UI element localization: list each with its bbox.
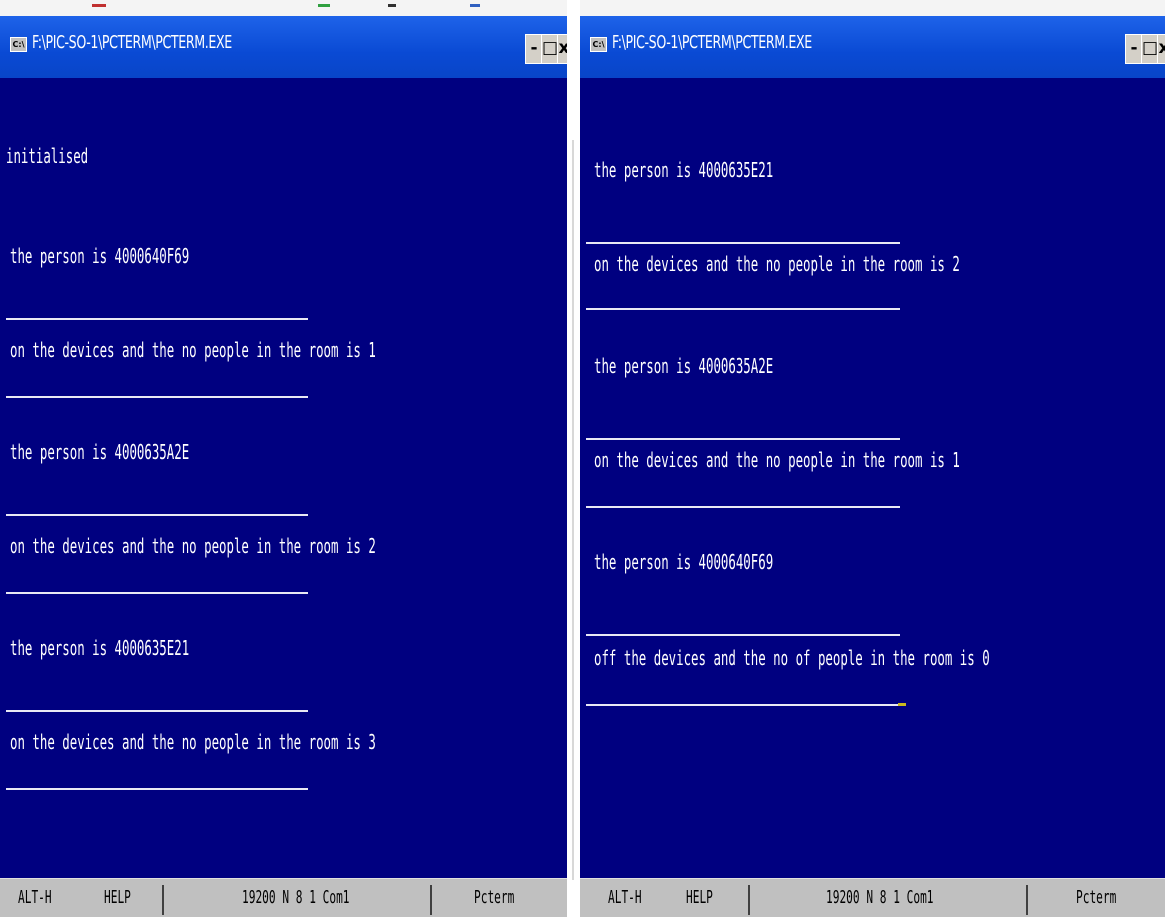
console-window-icon[interactable]: C:\ — [590, 37, 607, 52]
divider-line — [572, 140, 574, 880]
separator-line — [6, 514, 308, 516]
title-bar[interactable]: C:\ F:\PIC-SO-1\PCTERM\PCTERM.EXE - □ x — [0, 16, 567, 78]
status-bar: ALT-H HELP 19200 N 8 1 Com1 Pcterm — [580, 878, 1165, 917]
terminal-output: the person is 4000635E21 on the devices … — [580, 78, 1165, 879]
separator-line — [586, 242, 900, 244]
terminal-line: on the devices and the no people in the … — [594, 448, 960, 472]
terminal-line: the person is 4000635E21 — [594, 158, 774, 182]
separator-line — [6, 788, 308, 790]
status-app-name: Pcterm — [474, 887, 515, 908]
status-app-name: Pcterm — [1076, 887, 1117, 908]
right-terminal-window[interactable]: C:\ F:\PIC-SO-1\PCTERM\PCTERM.EXE - □ x … — [580, 16, 1165, 917]
strip-mark — [470, 4, 480, 7]
status-separator — [748, 885, 750, 915]
separator-line — [586, 634, 900, 636]
close-button[interactable]: x — [1157, 34, 1165, 64]
strip-mark — [92, 4, 106, 7]
status-hotkey: ALT-H — [608, 887, 642, 908]
window-title: F:\PIC-SO-1\PCTERM\PCTERM.EXE — [32, 32, 232, 53]
status-separator — [162, 885, 164, 915]
terminal-line: the person is 4000635E21 — [10, 636, 190, 660]
status-hotkey: ALT-H — [18, 887, 52, 908]
status-help: HELP — [686, 887, 713, 908]
separator-line — [586, 438, 900, 440]
separator-line — [6, 396, 308, 398]
terminal-line: the person is 4000635A2E — [10, 440, 190, 464]
status-comm-settings: 19200 N 8 1 Com1 — [242, 887, 350, 908]
status-separator — [1026, 885, 1028, 915]
window-gap — [567, 0, 580, 917]
title-bar[interactable]: C:\ F:\PIC-SO-1\PCTERM\PCTERM.EXE - □ x — [580, 16, 1165, 78]
terminal-line: off the devices and the no of people in … — [594, 646, 990, 670]
status-separator — [430, 885, 432, 915]
separator-line — [586, 704, 900, 706]
terminal-line: the person is 4000640F69 — [10, 244, 190, 268]
separator-line — [586, 506, 900, 508]
strip-mark — [388, 4, 396, 7]
terminal-line: on the devices and the no people in the … — [594, 252, 960, 276]
terminal-line: on the devices and the no people in the … — [10, 730, 376, 754]
terminal-line: on the devices and the no people in the … — [10, 534, 376, 558]
separator-line — [6, 592, 308, 594]
close-button[interactable]: x — [557, 34, 567, 64]
status-bar: ALT-H HELP 19200 N 8 1 Com1 Pcterm — [0, 878, 567, 917]
left-terminal-window[interactable]: C:\ F:\PIC-SO-1\PCTERM\PCTERM.EXE - □ x … — [0, 16, 567, 917]
strip-mark — [318, 4, 330, 7]
terminal-output: initialised the person is 4000640F69 on … — [0, 78, 567, 879]
status-help: HELP — [104, 887, 131, 908]
terminal-line: on the devices and the no people in the … — [10, 338, 376, 362]
terminal-line: the person is 4000640F69 — [594, 550, 774, 574]
console-window-icon[interactable]: C:\ — [10, 37, 27, 52]
terminal-line: initialised — [6, 144, 89, 168]
text-cursor — [898, 703, 906, 706]
terminal-line: the person is 4000635A2E — [594, 354, 774, 378]
separator-line — [586, 308, 900, 310]
background-window-strip — [0, 0, 1165, 16]
status-comm-settings: 19200 N 8 1 Com1 — [826, 887, 934, 908]
window-title: F:\PIC-SO-1\PCTERM\PCTERM.EXE — [612, 32, 812, 53]
separator-line — [6, 318, 308, 320]
separator-line — [6, 710, 308, 712]
